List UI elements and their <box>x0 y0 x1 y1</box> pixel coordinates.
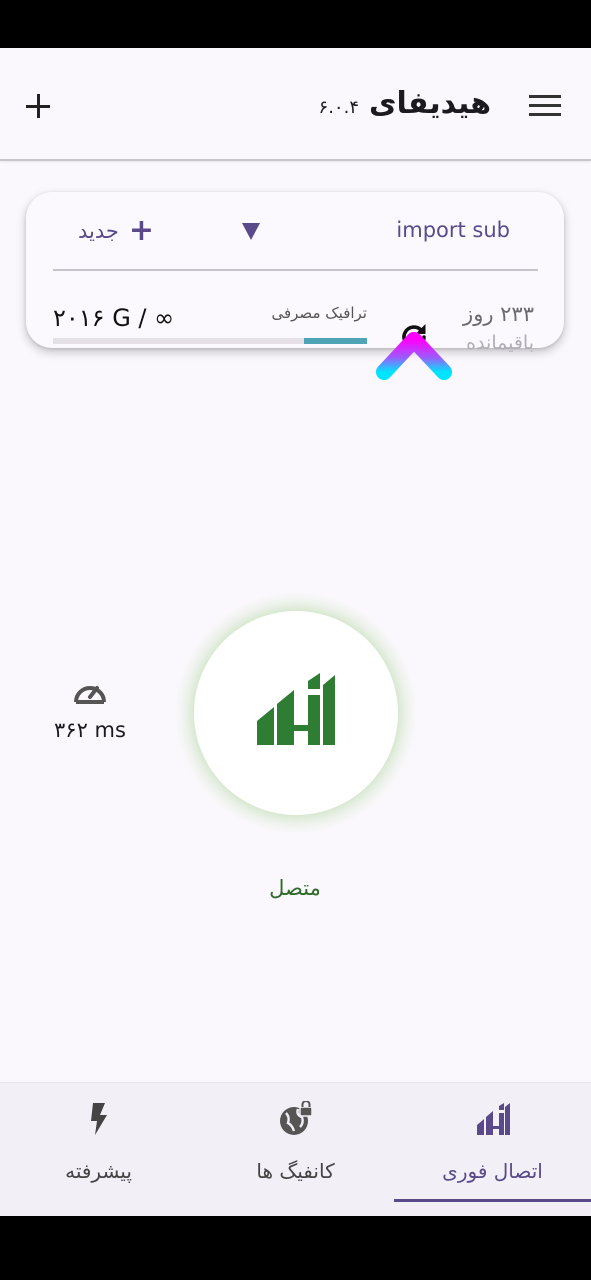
globe-lock-icon <box>279 1101 313 1135</box>
traffic-label: ترافیک مصرفی <box>271 304 367 322</box>
profile-card: جدید + import sub ۲۰۱۶ G / ∞ ترافیک مصرف… <box>26 192 564 354</box>
app-version: ۶.۰.۴ <box>318 97 359 118</box>
app-title: هیدیفای <box>369 86 491 121</box>
import-sub-button[interactable]: import sub <box>396 218 510 242</box>
nav-quick-connect[interactable]: اتصال فوری <box>394 1083 591 1216</box>
connect-button[interactable] <box>194 611 398 815</box>
card-divider <box>53 269 538 271</box>
connection-status: متصل <box>269 876 321 900</box>
ping-value: ۳۶۲ ms <box>54 718 126 742</box>
traffic-progress-fill <box>304 338 367 344</box>
app-bar: هیدیفای ۶.۰.۴ <box>0 48 591 161</box>
menu-icon-bar <box>529 113 561 116</box>
menu-button[interactable] <box>529 95 561 117</box>
nav-advanced-label: پیشرفته <box>65 1159 132 1183</box>
remaining-label: باقیمانده <box>466 332 534 354</box>
app-title-group: هیدیفای ۶.۰.۴ <box>319 86 491 130</box>
menu-icon-bar <box>529 104 561 107</box>
nav-quick-connect-label: اتصال فوری <box>442 1159 543 1183</box>
app-screen: هیدیفای ۶.۰.۴ جدید + import sub ۲۰۱۶ G /… <box>0 48 591 1216</box>
bottom-navigation: پیشرفته کانفیگ ها اتصال فوری <box>0 1082 591 1216</box>
nav-configs[interactable]: کانفیگ ها <box>197 1083 394 1216</box>
traffic-value: ۲۰۱۶ G / ∞ <box>53 304 175 332</box>
nav-configs-label: کانفیگ ها <box>256 1159 335 1183</box>
hiddify-logo-icon <box>257 673 335 745</box>
traffic-progress-bar <box>53 338 367 344</box>
dropdown-arrow-icon[interactable] <box>242 223 260 240</box>
days-left: ۲۳۳ روز <box>463 302 534 326</box>
hiddify-logo-icon <box>476 1103 510 1135</box>
add-profile-button[interactable] <box>24 92 54 122</box>
speedometer-icon <box>74 686 106 704</box>
nav-active-indicator <box>394 1199 591 1202</box>
plus-icon: + <box>128 213 155 248</box>
nav-advanced[interactable]: پیشرفته <box>0 1083 197 1216</box>
new-profile-label: جدید <box>78 219 119 243</box>
menu-icon-bar <box>529 95 561 98</box>
new-profile-button[interactable]: جدید + <box>78 216 154 246</box>
bolt-icon <box>90 1103 107 1135</box>
annotation-arrow-icon <box>376 332 452 491</box>
